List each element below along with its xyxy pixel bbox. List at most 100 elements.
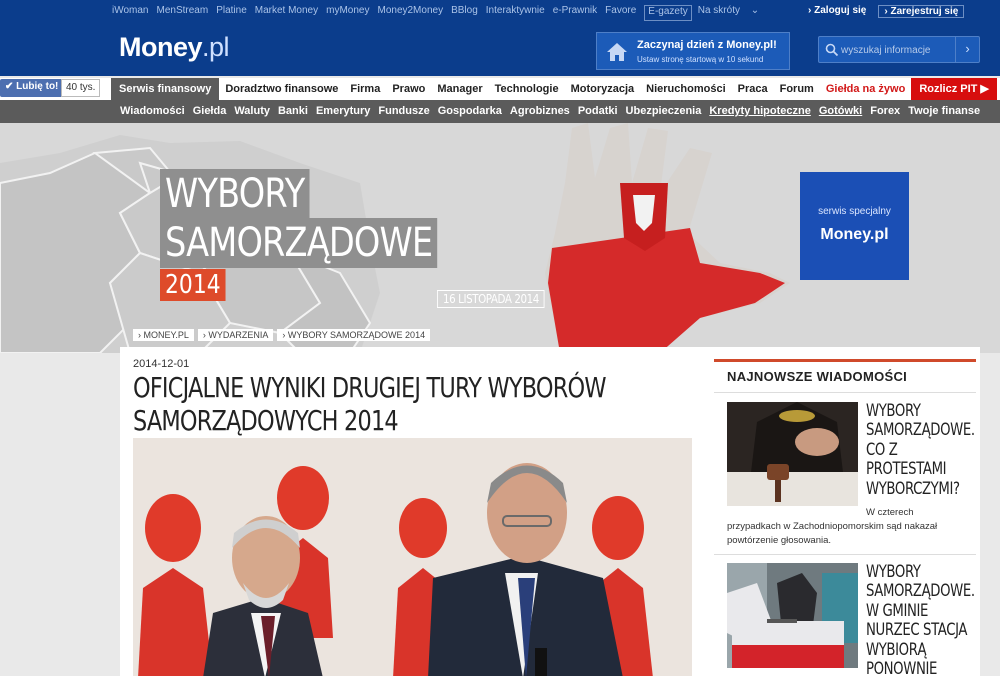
- divider: [714, 392, 976, 393]
- news-thumbnail[interactable]: [727, 402, 858, 506]
- subnav-item[interactable]: Podatki: [578, 100, 618, 123]
- register-link[interactable]: › Zarejestruj się: [878, 5, 965, 18]
- portal-link[interactable]: e-Prawnik: [553, 5, 597, 21]
- special-label: serwis specjalny: [818, 206, 891, 217]
- subnav-item[interactable]: Twoje finanse: [908, 100, 980, 123]
- nav-item[interactable]: Prawo: [386, 78, 431, 100]
- chevron-right-icon: ›: [884, 6, 888, 17]
- main-content: 2014-12-01 OFICJALNE WYNIKI DRUGIEJ TURY…: [120, 347, 980, 676]
- subnav-item[interactable]: Giełda: [193, 100, 227, 123]
- portal-link[interactable]: iWoman: [112, 5, 149, 21]
- subnav-item[interactable]: Emerytury: [316, 100, 370, 123]
- banner-title-line1: WYBORY: [160, 169, 310, 219]
- breadcrumb-item[interactable]: › WYDARZENIA: [197, 329, 274, 341]
- portal-link[interactable]: Interaktywnie: [486, 5, 545, 21]
- search-input[interactable]: [841, 41, 953, 59]
- banner-date: 16 LISTOPADA 2014: [437, 290, 545, 308]
- desc-line: przypadkach w Zachodniopomorskim sąd nak…: [727, 521, 938, 532]
- top-header: iWoman MenStream Platine Market Money my…: [0, 0, 1000, 76]
- logo-suffix: .pl: [202, 32, 230, 62]
- promo-subtitle: Ustaw stronę startową w 10 sekund: [637, 55, 764, 64]
- subnav-item[interactable]: Ubezpieczenia: [626, 100, 702, 123]
- sidebar-title: NAJNOWSZE WIADOMOŚCI: [727, 369, 908, 384]
- subnav-item[interactable]: Gospodarka: [438, 100, 502, 123]
- article-photo: [133, 438, 692, 676]
- portal-link[interactable]: myMoney: [326, 5, 369, 21]
- shortcuts-dropdown[interactable]: Na skróty ⌄: [698, 5, 767, 21]
- headline-line: PONOWNIE: [866, 659, 937, 676]
- search-submit-button[interactable]: ›: [955, 37, 979, 62]
- search-icon: [825, 43, 839, 57]
- headline-line: WYBIORĄ: [866, 639, 927, 660]
- desc-line: powtórzenie głosowania.: [727, 535, 832, 546]
- breadcrumb-item[interactable]: › MONEY.PL: [133, 329, 194, 341]
- article-title: OFICJALNE WYNIKI DRUGIEJ TURY WYBORÓW SA…: [133, 371, 606, 437]
- site-logo[interactable]: Money.pl: [119, 32, 230, 63]
- latest-news-sidebar: NAJNOWSZE WIADOMOŚCI WYBORY SAMORZĄDOWE.…: [714, 359, 976, 676]
- facebook-like-button[interactable]: ✔ Lubię to!: [0, 79, 64, 97]
- portal-link[interactable]: Money2Money: [377, 5, 443, 21]
- news-headline[interactable]: WYBORY SAMORZĄDOWE. W GMINIE NURZEC STAC…: [866, 562, 975, 676]
- subnav-item[interactable]: Gotówki: [819, 100, 862, 123]
- breadcrumb-item[interactable]: › WYBORY SAMORZĄDOWE 2014: [277, 329, 431, 341]
- subnav-item[interactable]: Wiadomości: [120, 100, 185, 123]
- nav-item[interactable]: Rozlicz PIT ▶: [911, 78, 997, 100]
- special-brand: Money.pl: [820, 226, 889, 243]
- portal-link[interactable]: MenStream: [157, 5, 209, 21]
- banner-year: 2014: [160, 269, 226, 301]
- portal-link[interactable]: Platine: [216, 5, 247, 21]
- nav-item[interactable]: Doradztwo finansowe: [219, 78, 344, 100]
- nav-item[interactable]: Serwis finansowy: [111, 78, 220, 100]
- headline-line: WYBORY: [866, 562, 921, 582]
- article-date: 2014-12-01: [133, 358, 190, 370]
- login-link[interactable]: › Zaloguj się: [808, 5, 866, 18]
- login-label: Zaloguj się: [814, 5, 867, 16]
- subnav-item[interactable]: Waluty: [234, 100, 270, 123]
- subnav-item[interactable]: Banki: [278, 100, 308, 123]
- portal-link[interactable]: Market Money: [255, 5, 318, 21]
- portal-link[interactable]: Favore: [605, 5, 636, 21]
- courtroom-thumbnail: [727, 402, 858, 506]
- news-headline[interactable]: WYBORY SAMORZĄDOWE. CO Z PROTESTAMI WYBO…: [866, 401, 975, 499]
- nav-item[interactable]: Forum: [774, 78, 820, 100]
- desc-line: W czterech: [866, 507, 914, 518]
- press-conference-image: [133, 438, 692, 676]
- subnav-item[interactable]: Agrobiznes: [510, 100, 570, 123]
- logo-main: Money: [119, 32, 203, 62]
- election-banner: WYBORY SAMORZĄDOWE 2014 16 LISTOPADA 201…: [0, 123, 1000, 353]
- check-icon: ✔: [5, 81, 14, 92]
- news-description: W czterech przypadkach w Zachodniopomors…: [727, 506, 972, 548]
- nav-item[interactable]: Manager: [431, 78, 488, 100]
- like-label: Lubię to!: [16, 81, 59, 92]
- news-thumbnail[interactable]: [727, 563, 858, 668]
- house-icon: [607, 43, 627, 61]
- main-nav: Serwis finansowy Doradztwo finansowe Firma…: [111, 78, 997, 100]
- banner-title-line2: SAMORZĄDOWE: [160, 218, 438, 268]
- subnav-item[interactable]: Kredyty hipoteczne: [709, 100, 810, 123]
- headline-line: CO Z: [866, 439, 898, 460]
- subnav-item[interactable]: Forex: [870, 100, 900, 123]
- headline-line: SAMORZĄDOWE.: [866, 420, 975, 441]
- portal-link[interactable]: BBlog: [451, 5, 478, 21]
- nav-item[interactable]: Nieruchomości: [640, 78, 731, 100]
- promo-title: Zaczynaj dzień z Money.pl!: [637, 39, 777, 51]
- article-title-line1: OFICJALNE WYNIKI DRUGIEJ TURY WYBORÓW: [133, 371, 606, 404]
- nav-item[interactable]: Motoryzacja: [565, 78, 641, 100]
- nav-item[interactable]: Praca: [732, 78, 774, 100]
- subnav-item[interactable]: Fundusze: [378, 100, 429, 123]
- chevron-right-icon: ›: [808, 5, 812, 16]
- like-count: 40 tys.: [61, 79, 101, 97]
- headline-line: W GMINIE: [866, 600, 929, 621]
- sub-nav-bar: Wiadomości Giełda Waluty Banki Emerytury Fund…: [0, 100, 1000, 123]
- egazety-link[interactable]: E-gazety: [644, 5, 692, 21]
- article-title-line2: SAMORZĄDOWYCH 2014: [133, 404, 399, 437]
- nav-item[interactable]: Giełda na żywo: [820, 78, 911, 100]
- shortcuts-label: Na skróty: [697, 5, 740, 16]
- special-service-badge[interactable]: serwis specjalny Money.pl: [800, 172, 909, 280]
- homepage-promo-button[interactable]: Zaczynaj dzień z Money.pl! Ustaw stronę …: [596, 32, 790, 70]
- chevron-down-icon: ⌄: [750, 5, 760, 16]
- headline-line: PROTESTAMI: [866, 459, 947, 480]
- nav-item[interactable]: Technologie: [489, 78, 565, 100]
- search-box: ›: [818, 36, 980, 63]
- nav-item[interactable]: Firma: [344, 78, 386, 100]
